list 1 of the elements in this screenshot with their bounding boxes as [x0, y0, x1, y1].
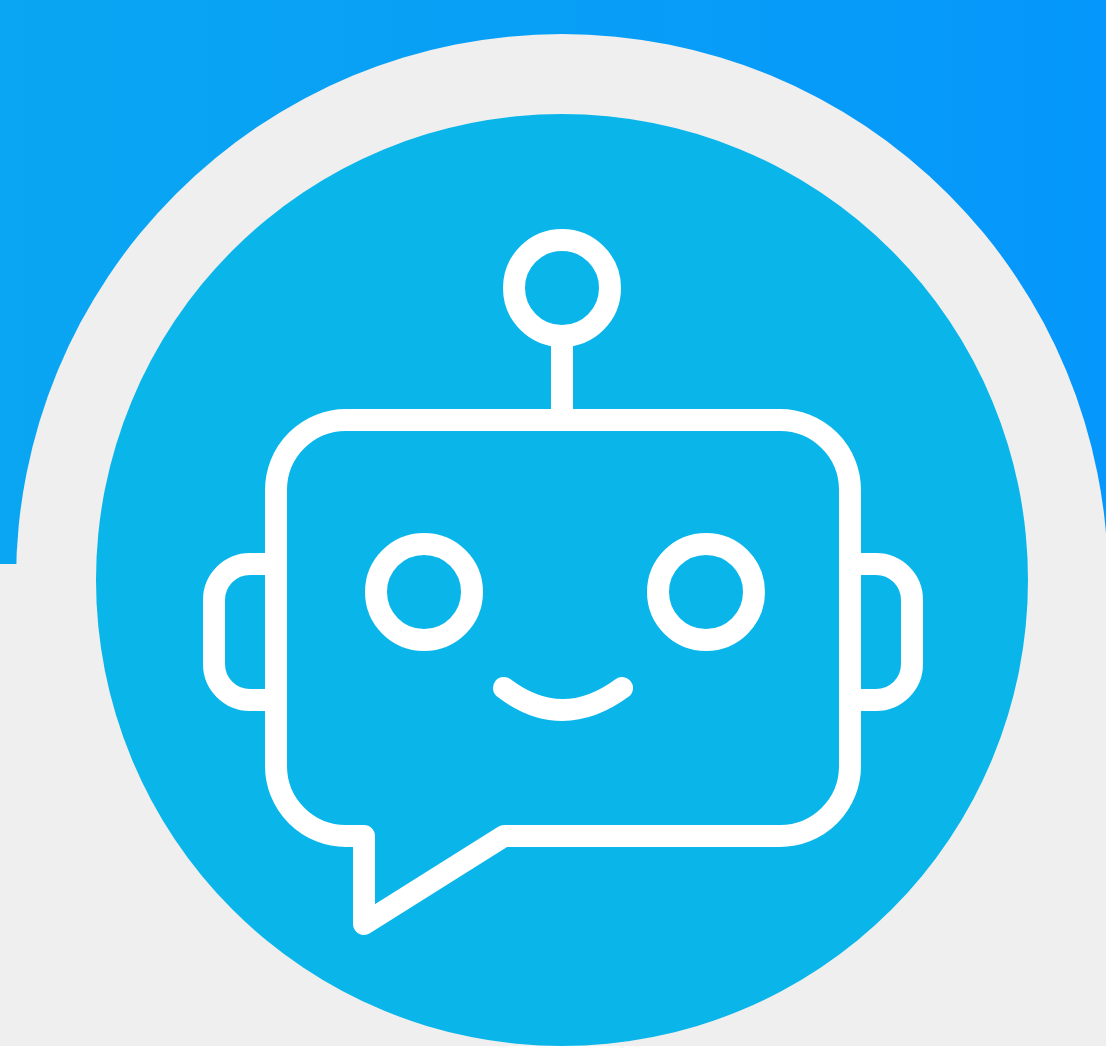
robot-chat-icon — [203, 229, 923, 935]
